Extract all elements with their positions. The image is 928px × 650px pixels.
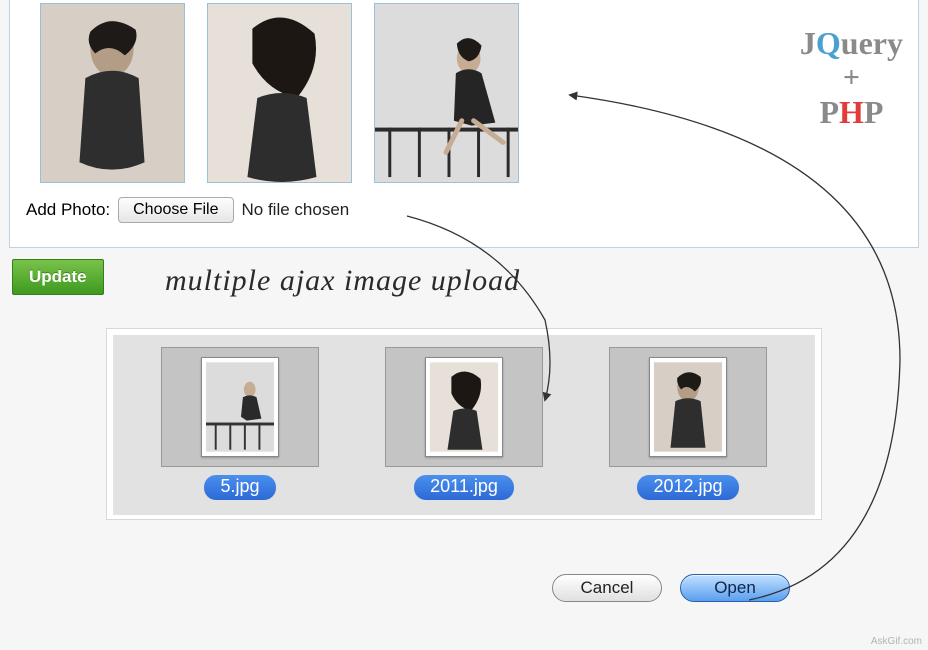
file-tile[interactable]: 5.jpg: [155, 347, 325, 500]
open-button[interactable]: Open: [680, 574, 790, 602]
file-thumbnail-frame: [161, 347, 319, 467]
file-thumbnail-frame: [609, 347, 767, 467]
photo-placeholder-icon: [654, 362, 722, 452]
file-chooser-grid: 5.jpg 2011.jpg 2012.jpg: [113, 335, 815, 515]
add-photo-label: Add Photo:: [26, 200, 110, 220]
logo: JQuery + PHP: [800, 25, 903, 131]
photo-preview-2: [207, 3, 352, 183]
handwritten-caption: multiple ajax image upload: [165, 264, 520, 298]
file-chooser: 5.jpg 2011.jpg 2012.jpg: [106, 328, 822, 520]
cancel-button[interactable]: Cancel: [552, 574, 662, 602]
photo-preview-3: [374, 3, 519, 183]
file-name-pill: 5.jpg: [204, 475, 275, 500]
watermark: AskGif.com: [871, 636, 922, 647]
update-button[interactable]: Update: [12, 259, 104, 295]
photo-placeholder-icon: [375, 4, 518, 182]
file-thumbnail-frame: [385, 347, 543, 467]
photo-placeholder-icon: [208, 4, 351, 182]
photo-preview-1: [40, 3, 185, 183]
file-tile[interactable]: 2011.jpg: [379, 347, 549, 500]
no-file-text: No file chosen: [242, 200, 350, 220]
file-name-pill: 2012.jpg: [637, 475, 738, 500]
choose-file-button[interactable]: Choose File: [118, 197, 233, 223]
logo-php: PHP: [800, 94, 903, 131]
file-tile[interactable]: 2012.jpg: [603, 347, 773, 500]
upload-panel: Add Photo: Choose File No file chosen: [9, 0, 919, 248]
logo-plus: +: [800, 62, 903, 94]
logo-jquery: JQuery: [800, 25, 903, 62]
photo-placeholder-icon: [430, 362, 498, 452]
photo-placeholder-icon: [41, 4, 184, 182]
dialog-buttons: Cancel Open: [552, 574, 790, 602]
photo-placeholder-icon: [206, 362, 274, 452]
photo-preview-row: [10, 0, 918, 183]
add-photo-row: Add Photo: Choose File No file chosen: [10, 183, 918, 223]
file-name-pill: 2011.jpg: [414, 475, 514, 500]
